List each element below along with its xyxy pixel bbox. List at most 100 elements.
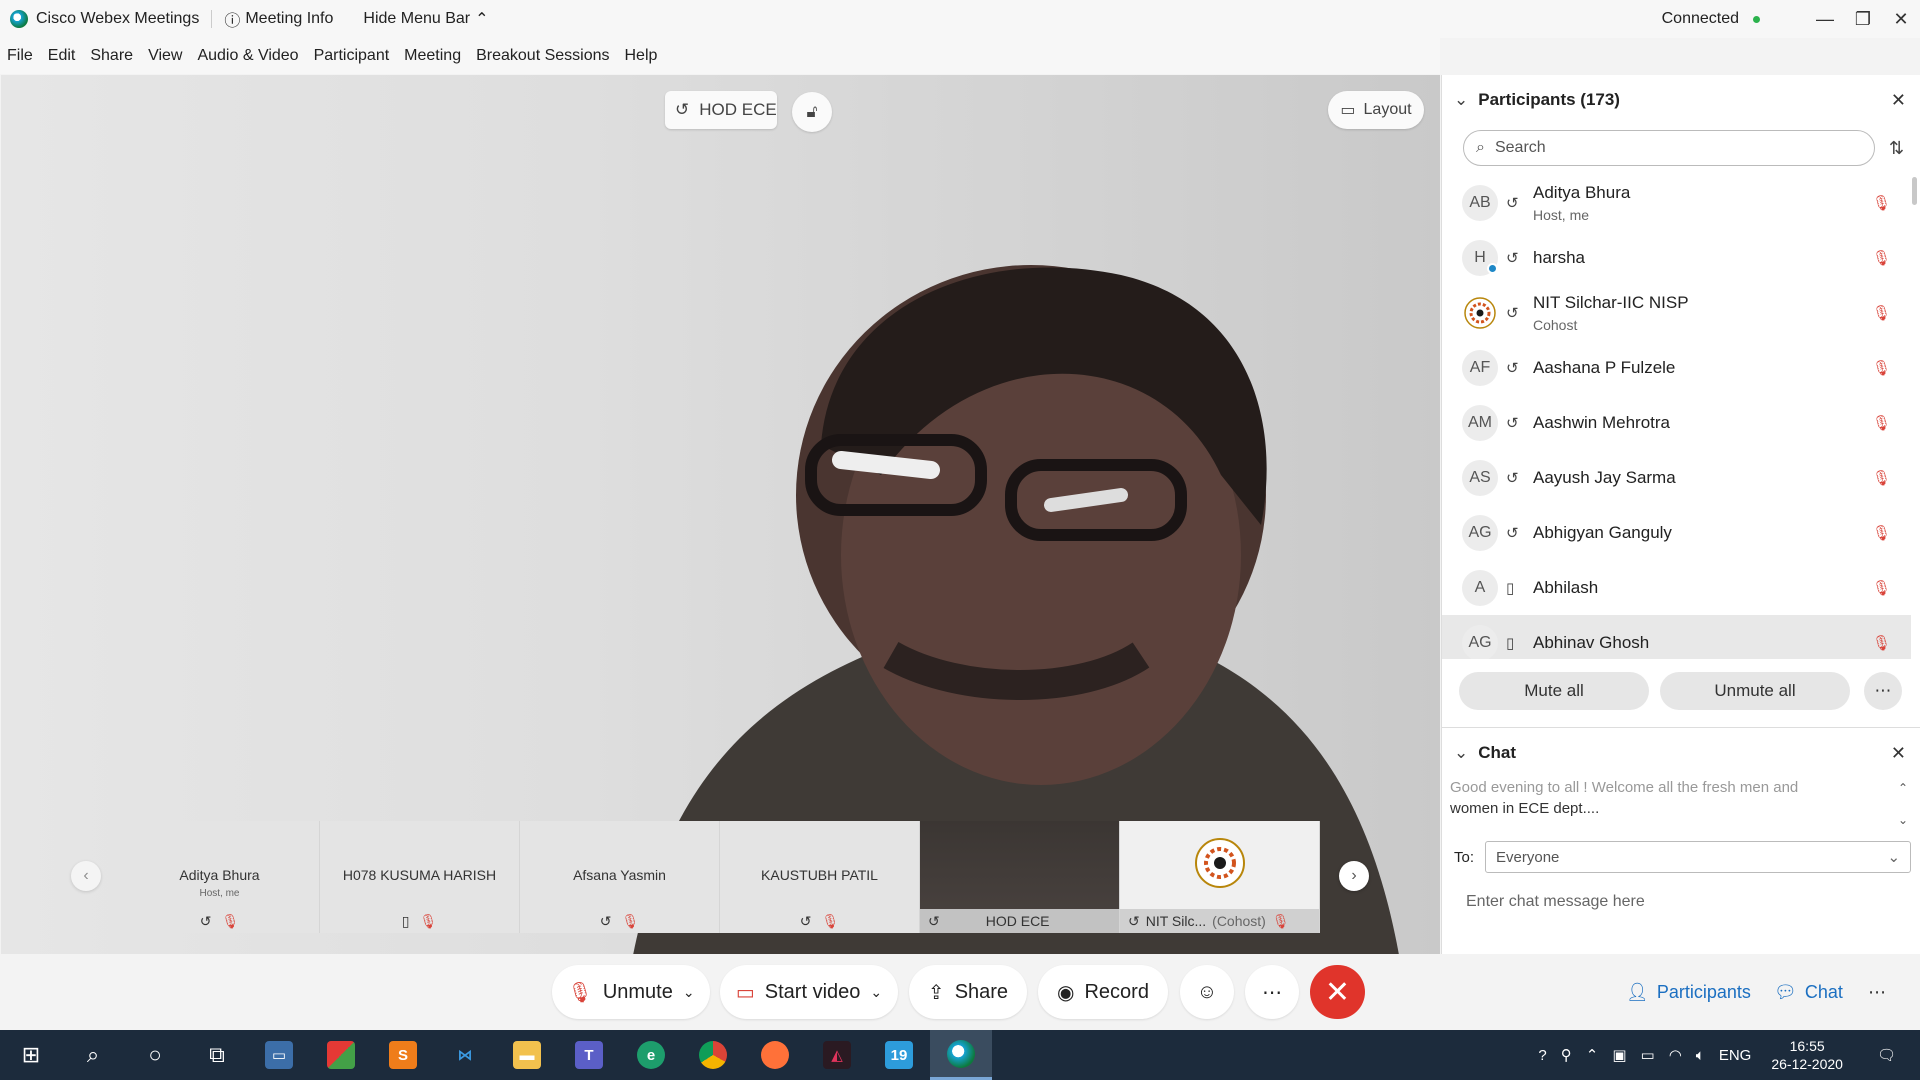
sort-icon[interactable]: ⇅ [1889, 138, 1904, 159]
thumbnail-tile[interactable]: Aditya Bhura Host, me ↺ 🎙︎ [120, 821, 320, 933]
start-button[interactable]: ⊞ [0, 1030, 62, 1080]
participant-row[interactable]: AG ↺ Abhigyan Ganguly 🎙︎ [1442, 505, 1911, 560]
menu-meeting[interactable]: Meeting [404, 47, 461, 65]
taskbar-search[interactable]: ⌕ [62, 1030, 124, 1080]
muted-mic-icon[interactable]: 🎙︎ [1872, 249, 1891, 267]
volume-icon[interactable]: 🔈︎ [1696, 1047, 1705, 1064]
video-off-icon: ▭ [735, 981, 755, 1004]
clock-date: 26-12-2020 [1771, 1056, 1843, 1072]
reactions-button[interactable]: ☺ [1180, 965, 1234, 1019]
taskbar-app[interactable]: ▬ [496, 1030, 558, 1080]
meeting-info-button[interactable]: ⓘ Meeting Info [224, 7, 333, 31]
taskbar-app[interactable]: e [620, 1030, 682, 1080]
taskbar-app-webex[interactable] [930, 1030, 992, 1080]
participant-list-scrollbar[interactable] [1912, 177, 1917, 205]
taskbar-app[interactable]: ⋈ [434, 1030, 496, 1080]
layout-button[interactable]: ▭ Layout [1328, 91, 1424, 129]
chevron-down-icon[interactable]: ⌄ [683, 984, 695, 1001]
notifications-icon[interactable]: 🗨︎ [1877, 1046, 1896, 1064]
taskbar-app[interactable]: S [372, 1030, 434, 1080]
participant-row[interactable]: A ▯ Abhilash 🎙︎ [1442, 560, 1911, 615]
search-icon: ⌕ [86, 1042, 100, 1067]
menu-help[interactable]: Help [625, 47, 658, 65]
help-icon[interactable]: ? [1538, 1047, 1546, 1064]
taskbar-app[interactable] [682, 1030, 744, 1080]
taskbar-app[interactable]: ◭ [806, 1030, 868, 1080]
close-participants-icon[interactable]: ✕ [1891, 90, 1906, 111]
participant-row[interactable]: ↺ NIT Silchar-IIC NISP Cohost 🎙︎ [1442, 285, 1911, 340]
participant-row[interactable]: AG ▯ Abhinav Ghosh 🎙︎ [1442, 615, 1911, 659]
menu-view[interactable]: View [148, 47, 182, 65]
record-button[interactable]: ◉ Record [1038, 965, 1168, 1019]
menu-edit[interactable]: Edit [48, 47, 76, 65]
thumbnail-tile[interactable]: KAUSTUBH PATIL ↺ 🎙︎ [720, 821, 920, 933]
hide-menu-bar-button[interactable]: Hide Menu Bar ⌃ [363, 9, 488, 29]
thumbnails-next-button[interactable]: › [1339, 861, 1369, 891]
thumbnails-prev-button[interactable]: ‹ [71, 861, 101, 891]
unmute-all-button[interactable]: Unmute all [1660, 672, 1850, 710]
share-button[interactable]: ⇪ Share [909, 965, 1027, 1019]
taskbar-app[interactable]: ▭ [248, 1030, 310, 1080]
thumbnail-tile-video[interactable]: ↺ HOD ECE [920, 821, 1120, 933]
unmute-button[interactable]: 🎙︎ Unmute ⌄ [552, 965, 710, 1019]
muted-mic-icon[interactable]: 🎙︎ [1872, 414, 1891, 432]
participant-row[interactable]: AB ↺ Aditya Bhura Host, me 🎙︎ [1442, 175, 1911, 230]
more-panels-button[interactable]: ⋯ [1868, 972, 1886, 1012]
participant-row[interactable]: AM ↺ Aashwin Mehrotra 🎙︎ [1442, 395, 1911, 450]
close-window-icon[interactable]: ✕ [1882, 9, 1920, 30]
close-chat-icon[interactable]: ✕ [1891, 743, 1906, 764]
muted-mic-icon[interactable]: 🎙︎ [1872, 469, 1891, 487]
device-icon[interactable]: ▣ [1612, 1046, 1626, 1064]
muted-mic-icon[interactable]: 🎙︎ [1872, 359, 1891, 377]
thumbnail-tile[interactable]: H078 KUSUMA HARISH ▯ 🎙︎ [320, 821, 520, 933]
menu-breakout-sessions[interactable]: Breakout Sessions [476, 47, 609, 65]
minimize-icon[interactable]: — [1806, 9, 1844, 30]
taskbar-cortana[interactable]: ○ [124, 1030, 186, 1080]
collapse-chevron-icon[interactable]: ⌄ [1454, 90, 1468, 110]
chat-scroll-up-icon[interactable]: ⌃ [1898, 781, 1908, 795]
wifi-icon[interactable]: ◠ [1669, 1046, 1682, 1064]
taskbar-app[interactable]: T [558, 1030, 620, 1080]
taskbar-app[interactable]: 19 [868, 1030, 930, 1080]
people-icon[interactable]: ⚲ [1561, 1046, 1572, 1064]
muted-mic-icon[interactable]: 🎙︎ [1872, 524, 1891, 542]
chevron-down-icon[interactable]: ⌄ [870, 984, 882, 1001]
participants-panel-button[interactable]: 👤︎ Participants [1626, 972, 1751, 1012]
muted-mic-icon: 🎙︎ [621, 913, 640, 929]
battery-icon[interactable]: ▭ [1641, 1046, 1655, 1064]
lock-button[interactable]: 🔓︎ [792, 92, 832, 132]
participant-row[interactable]: AF ↺ Aashana P Fulzele 🎙︎ [1442, 340, 1911, 395]
menu-file[interactable]: File [7, 47, 33, 65]
participant-row[interactable]: AS ↺ Aayush Jay Sarma 🎙︎ [1442, 450, 1911, 505]
close-icon: ✕ [1324, 975, 1351, 1009]
taskbar-clock[interactable]: 16:55 26-12-2020 [1771, 1037, 1843, 1073]
participant-search-input[interactable]: ⌕ Search [1463, 130, 1875, 166]
muted-mic-icon[interactable]: 🎙︎ [1872, 304, 1891, 322]
mute-all-button[interactable]: Mute all [1459, 672, 1649, 710]
menu-participant[interactable]: Participant [314, 47, 390, 65]
taskbar-task-view[interactable]: ⧉ [186, 1030, 248, 1080]
muted-mic-icon[interactable]: 🎙︎ [1872, 194, 1891, 212]
chat-scroll-down-icon[interactable]: ⌄ [1898, 813, 1908, 827]
chat-recipient-row: To: Everyone ⌄ [1454, 841, 1912, 873]
chat-recipient-select[interactable]: Everyone ⌄ [1485, 841, 1912, 873]
collapse-chevron-icon[interactable]: ⌄ [1454, 743, 1468, 763]
menu-audio-video[interactable]: Audio & Video [197, 47, 298, 65]
chevron-up-icon[interactable]: ⌃ [1586, 1046, 1599, 1064]
chat-message-input[interactable]: Enter chat message here [1466, 893, 1645, 911]
more-options-button[interactable]: ⋯ [1864, 672, 1902, 710]
thumbnail-tile[interactable]: ↺ NIT Silc... (Cohost) 🎙︎ [1120, 821, 1320, 933]
participant-row[interactable]: H ↺ harsha 🎙︎ [1442, 230, 1911, 285]
chat-panel-button[interactable]: 💬︎ Chat [1774, 972, 1843, 1012]
thumbnail-tile[interactable]: Afsana Yasmin ↺ 🎙︎ [520, 821, 720, 933]
more-controls-button[interactable]: ⋯ [1245, 965, 1299, 1019]
taskbar-app[interactable] [744, 1030, 806, 1080]
muted-mic-icon[interactable]: 🎙︎ [1872, 634, 1891, 652]
end-meeting-button[interactable]: ✕ [1310, 965, 1365, 1019]
start-video-button[interactable]: ▭ Start video ⌄ [720, 965, 898, 1019]
muted-mic-icon[interactable]: 🎙︎ [1872, 579, 1891, 597]
restore-icon[interactable]: ❐ [1844, 9, 1882, 30]
input-language[interactable]: ENG [1719, 1047, 1752, 1064]
taskbar-app[interactable] [310, 1030, 372, 1080]
menu-share[interactable]: Share [90, 47, 133, 65]
